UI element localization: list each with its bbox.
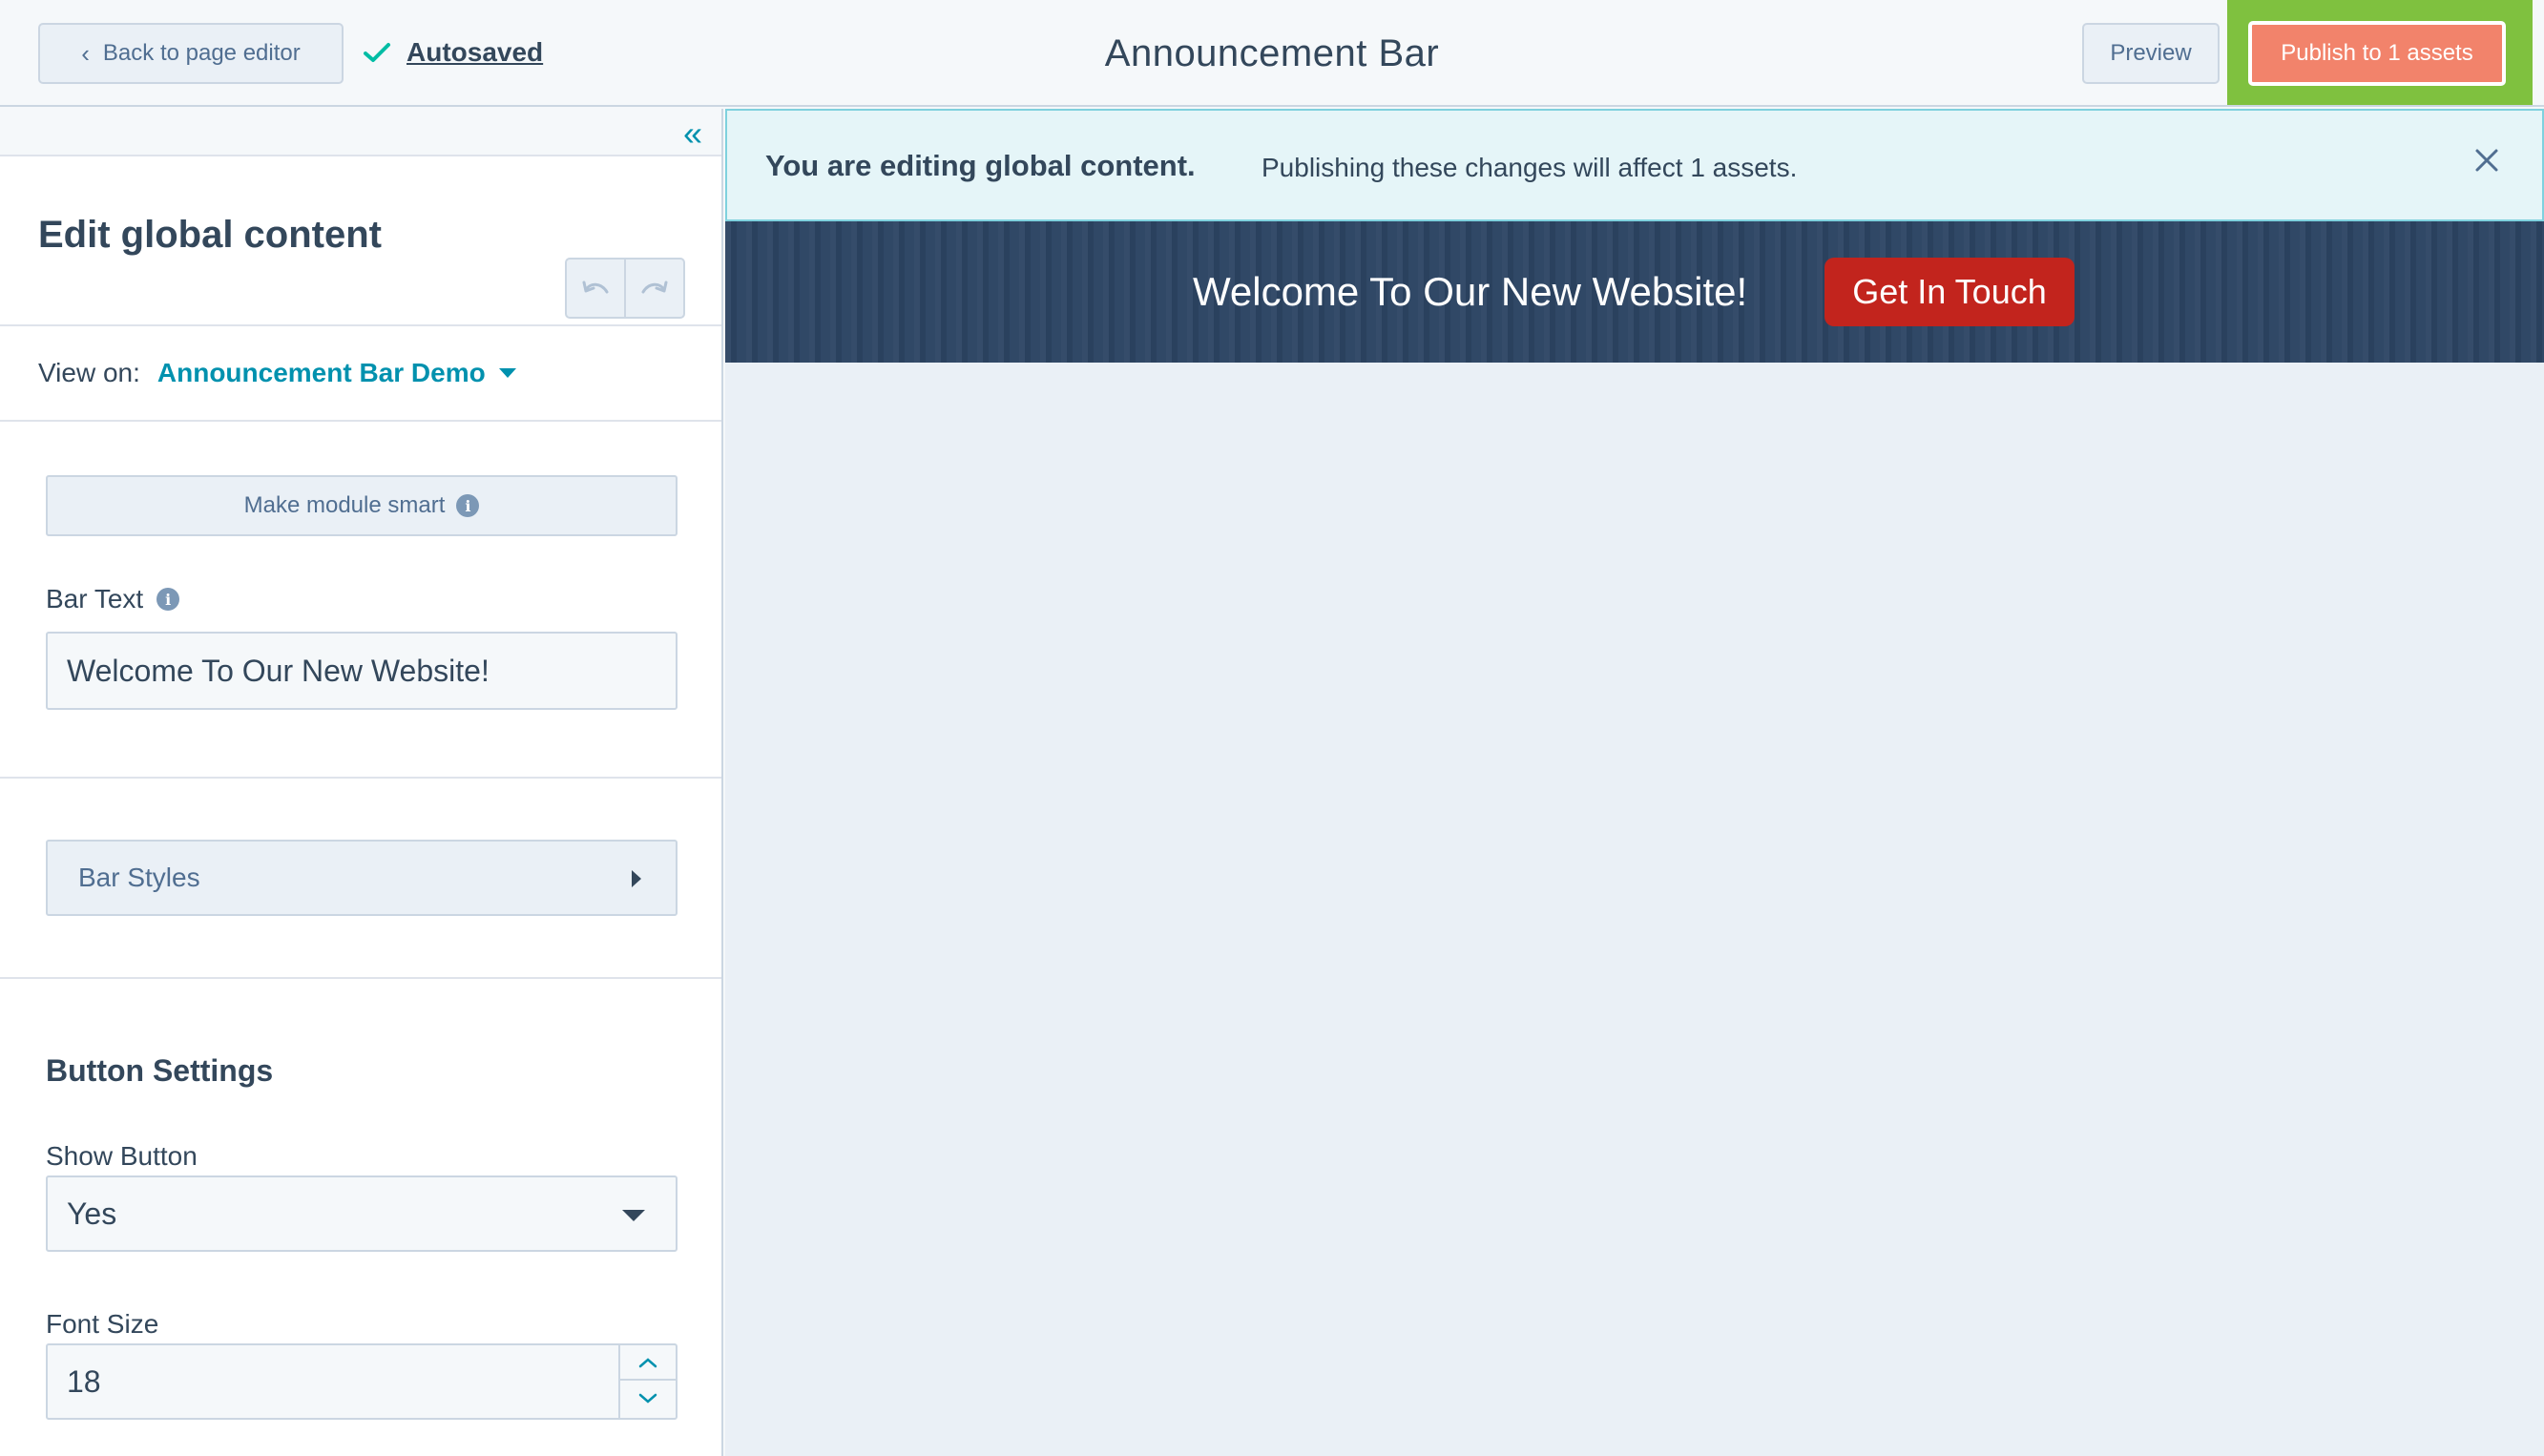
sidebar: « Edit global content View on: Announcem… [0, 109, 723, 1456]
show-button-value: Yes [67, 1196, 117, 1231]
bar-text-input[interactable]: Welcome To Our New Website! [46, 632, 678, 710]
bar-text-label: Bar Text [46, 584, 144, 614]
info-icon[interactable]: i [456, 494, 480, 517]
autosaved-status[interactable]: Autosaved [363, 29, 543, 76]
undo-button[interactable] [565, 258, 626, 319]
edit-header: Edit global content [0, 156, 721, 326]
sidebar-collapse-row: « [0, 109, 721, 156]
make-module-smart-label: Make module smart [243, 492, 446, 518]
publish-button[interactable]: Publish to 1 assets [2248, 21, 2506, 86]
module-fields-section: Make module smart i Bar Text i Welcome T… [0, 422, 721, 779]
caret-down-icon[interactable] [498, 368, 516, 378]
sidebar-heading: Edit global content [38, 214, 382, 256]
view-on-label: View on: [38, 358, 140, 387]
back-to-page-editor-button[interactable]: ‹ Back to page editor [38, 23, 344, 84]
make-module-smart-button[interactable]: Make module smart i [46, 475, 678, 536]
back-button-label: Back to page editor [102, 40, 301, 66]
view-on-row: View on: Announcement Bar Demo [0, 326, 721, 422]
undo-icon [582, 281, 609, 294]
chevron-left-icon: ‹ [81, 39, 90, 68]
caret-right-icon [632, 870, 641, 887]
autosaved-label[interactable]: Autosaved [407, 37, 543, 68]
chevron-up-icon [638, 1357, 657, 1367]
decrement-button[interactable] [620, 1381, 676, 1417]
announcement-text: Welcome To Our New Website! [1193, 269, 1748, 314]
preview-button[interactable]: Preview [2082, 23, 2220, 84]
info-icon[interactable]: i [156, 588, 180, 611]
global-content-banner: You are editing global content. Publishi… [725, 109, 2544, 221]
font-size-label: Font Size [46, 1309, 159, 1339]
banner-message: Publishing these changes will affect 1 a… [1262, 153, 1798, 182]
undo-redo-group [565, 258, 685, 319]
view-on-dropdown[interactable]: Announcement Bar Demo [157, 358, 486, 388]
font-size-stepper [618, 1345, 676, 1418]
show-button-select[interactable]: Yes [46, 1175, 678, 1252]
redo-icon [641, 281, 668, 294]
chevron-down-icon [638, 1393, 657, 1404]
preview-area: You are editing global content. Publishi… [725, 109, 2544, 1456]
caret-down-icon [622, 1210, 645, 1221]
bar-styles-label: Bar Styles [78, 863, 200, 892]
show-button-label: Show Button [46, 1141, 198, 1171]
bar-text-label-row: Bar Text i [46, 584, 180, 614]
check-icon [363, 41, 391, 64]
announcement-bar[interactable]: Welcome To Our New Website! Get In Touch [725, 221, 2544, 363]
bar-styles-section: Bar Styles [0, 779, 721, 979]
increment-button[interactable] [620, 1345, 676, 1381]
button-settings-heading: Button Settings [46, 1053, 274, 1088]
close-icon[interactable] [2473, 147, 2500, 178]
top-bar: ‹ Back to page editor Autosaved Announce… [0, 0, 2544, 107]
get-in-touch-button[interactable]: Get In Touch [1825, 258, 2075, 326]
font-size-value[interactable]: 18 [67, 1364, 101, 1400]
bar-styles-expander[interactable]: Bar Styles [46, 840, 678, 916]
font-size-input[interactable]: 18 [46, 1343, 678, 1420]
banner-strong-text: You are editing global content. [765, 149, 1196, 182]
collapse-sidebar-icon[interactable]: « [683, 116, 702, 151]
button-settings-section: Button Settings Show Button Yes Font Siz… [0, 979, 721, 1456]
redo-button[interactable] [624, 258, 685, 319]
